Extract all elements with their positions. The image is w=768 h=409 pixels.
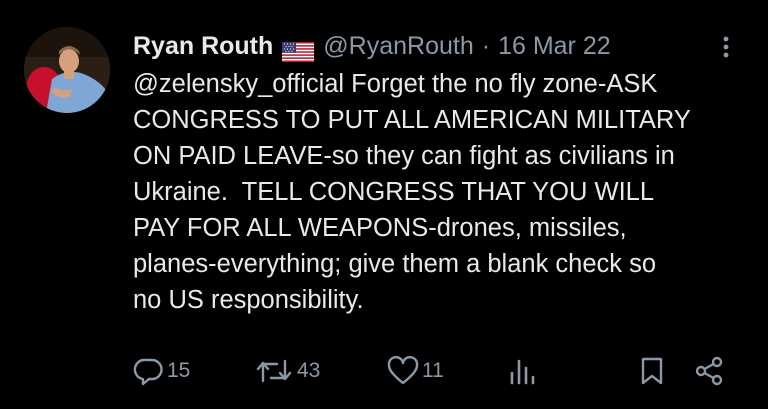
- author-name[interactable]: Ryan Routh: [133, 28, 273, 64]
- views-button[interactable]: [508, 354, 538, 388]
- tweet-date[interactable]: 16 Mar 22: [498, 28, 611, 64]
- like-button[interactable]: 11: [386, 354, 444, 388]
- reply-button[interactable]: 15: [133, 354, 190, 388]
- bookmark-icon: [638, 355, 666, 387]
- us-flag-icon: [282, 36, 315, 62]
- tweet-text: @zelensky_official Forget the no fly zon…: [133, 70, 691, 314]
- avatar[interactable]: [24, 27, 110, 113]
- retweet-count: 43: [297, 359, 321, 382]
- reply-icon: [133, 355, 165, 387]
- tweet: Ryan Routh @RyanRouth · 16 Mar 22 @zelen…: [0, 0, 768, 409]
- tweet-header: Ryan Routh @RyanRouth · 16 Mar 22: [133, 28, 611, 64]
- reply-count: 15: [167, 359, 191, 382]
- more-vertical-icon[interactable]: [716, 32, 736, 62]
- author-handle[interactable]: @RyanRouth: [323, 28, 473, 64]
- action-bar: 15 43 11: [133, 354, 733, 388]
- like-count: 11: [422, 359, 444, 382]
- retweet-button[interactable]: 43: [253, 354, 320, 388]
- views-chart-icon: [508, 355, 538, 387]
- retweet-icon: [253, 355, 295, 387]
- heart-icon: [386, 355, 420, 387]
- header-separator: ·: [481, 32, 491, 60]
- bookmark-button[interactable]: [638, 354, 666, 388]
- share-button[interactable]: [693, 354, 725, 388]
- share-icon: [693, 355, 725, 387]
